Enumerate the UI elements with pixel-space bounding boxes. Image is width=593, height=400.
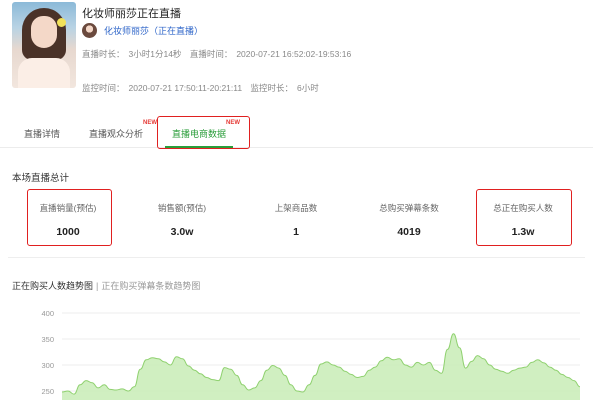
buyers-trend-chart: 400 350 300 250 xyxy=(41,309,581,400)
live-duration-label: 直播时长： xyxy=(82,49,125,59)
tab-audience-analysis[interactable]: 直播观众分析 NEW xyxy=(89,120,157,140)
stat-value-purchase-barrage: 4019 xyxy=(397,226,421,238)
highlight-box-sales-volume xyxy=(27,189,112,246)
anchor-name[interactable]: 化妆师丽莎（正在直播） xyxy=(104,24,203,37)
monitor-time-label: 监控时间： xyxy=(82,83,125,93)
highlight-box-tab xyxy=(157,116,250,149)
stat-label-purchase-barrage: 总购买弹幕条数 xyxy=(379,203,439,213)
new-badge: NEW xyxy=(143,120,157,126)
tab-bar: 直播详情 直播观众分析 NEW 直播电商数据 NEW xyxy=(0,116,593,148)
stat-label-product-count: 上架商品数 xyxy=(274,203,318,213)
avatar-body xyxy=(18,58,70,88)
summary-title: 本场直播总计 xyxy=(12,173,70,184)
live-duration-value: 3小时1分14秒 xyxy=(128,49,182,59)
stat-label-sales-amount: 销售额(预估) xyxy=(157,203,207,213)
tab-live-details-label: 直播详情 xyxy=(24,129,61,139)
stat-value-product-count: 1 xyxy=(293,226,299,238)
live-info-row: 直播时长： 3小时1分14秒 直播时间： 2020-07-21 16:52:02-1… xyxy=(82,48,357,60)
y-tick-label: 250 xyxy=(41,387,54,396)
anchor-mini-avatar-icon xyxy=(82,22,97,38)
monitor-info-row: 监控时间： 2020-07-21 17:50:11-20:21:11 监控时长： 6… xyxy=(82,82,325,94)
chart-tab-bar: 正在购买人数趋势图 | 正在购买弹幕条数趋势图 xyxy=(12,279,200,292)
live-title: 化妆师丽莎正在直播 xyxy=(82,8,181,20)
y-tick-label: 400 xyxy=(41,309,54,318)
series-area xyxy=(62,333,580,400)
monitor-duration-value: 6小时 xyxy=(297,83,319,93)
tab-live-details[interactable]: 直播详情 xyxy=(24,127,60,140)
chart-tab-separator: | xyxy=(96,281,99,291)
chart-tab-buyers-trend[interactable]: 正在购买人数趋势图 xyxy=(12,281,93,291)
y-tick-label: 300 xyxy=(41,361,54,370)
section-divider xyxy=(8,257,585,258)
live-time-label: 直播时间： xyxy=(189,49,233,59)
y-tick-label: 350 xyxy=(41,335,54,344)
monitor-duration-label: 监控时长： xyxy=(250,83,293,93)
monitor-time-value: 2020-07-21 17:50:11-20:21:11 xyxy=(128,83,243,93)
tab-audience-analysis-label: 直播观众分析 xyxy=(89,129,144,139)
highlight-box-buyers xyxy=(476,189,572,246)
anchor-avatar[interactable] xyxy=(12,2,76,88)
live-time-value: 2020-07-21 16:52:02-19:53:16 xyxy=(236,49,352,59)
anchor-link[interactable]: 化妆师丽莎（正在直播） xyxy=(82,22,203,38)
avatar-flower xyxy=(57,18,66,27)
chart-tab-barrage-trend[interactable]: 正在购买弹幕条数趋势图 xyxy=(101,281,200,291)
avatar-face xyxy=(31,16,57,48)
chart-y-axis: 400 350 300 250 xyxy=(41,309,54,396)
stat-value-sales-amount: 3.0w xyxy=(170,226,194,238)
